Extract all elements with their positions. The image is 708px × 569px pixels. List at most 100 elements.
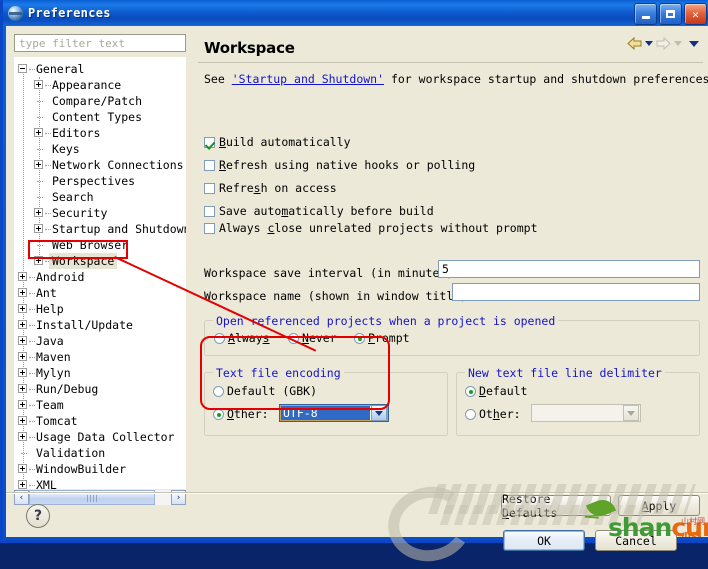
checkbox-refresh-using-native-hooks-or-polling[interactable]: Refresh using native hooks or polling <box>204 158 475 172</box>
intro-text: See 'Startup and Shutdown' for workspace… <box>204 72 708 86</box>
tree-item-label: Maven <box>36 350 71 364</box>
expand-icon[interactable] <box>34 160 43 169</box>
back-arrow-icon[interactable] <box>627 36 642 51</box>
expand-icon[interactable] <box>18 480 27 489</box>
delimiter-combo-dropdown-button <box>623 405 639 421</box>
minimize-button[interactable] <box>634 3 657 25</box>
tree-item-xml[interactable]: XML <box>14 477 186 489</box>
tree-item-label: XML <box>36 478 57 489</box>
tree-guide-dash <box>29 405 35 407</box>
forward-dropdown-icon <box>674 41 682 46</box>
tree-item-run-debug[interactable]: Run/Debug <box>14 381 186 397</box>
tree-item-maven[interactable]: Maven <box>14 349 186 365</box>
forward-arrow-icon <box>656 36 671 51</box>
preferences-window: Preferences ✕ type filter text General Ap… <box>0 0 708 569</box>
back-dropdown-icon[interactable] <box>645 41 653 46</box>
tree-item-ant[interactable]: Ant <box>14 285 186 301</box>
ok-button[interactable]: OK <box>503 530 585 551</box>
checkbox-label: Always close unrelated projects without … <box>219 221 538 235</box>
expand-icon[interactable] <box>18 400 27 409</box>
tree-guide-dash <box>29 341 35 343</box>
expand-icon[interactable] <box>18 272 27 281</box>
restore-defaults-button[interactable]: Restore Defaults <box>501 492 611 520</box>
expand-icon[interactable] <box>18 432 27 441</box>
checkbox-refresh-on-access[interactable]: Refresh on access <box>204 181 337 195</box>
window-title: Preferences <box>28 6 111 20</box>
collapse-icon[interactable] <box>18 64 27 73</box>
checkbox-label: Save automatically before build <box>219 204 434 218</box>
tree-guide-dash <box>29 469 35 471</box>
tree-item-help[interactable]: Help <box>14 301 186 317</box>
annotation-box-text-file-encoding <box>200 336 390 410</box>
expand-icon[interactable] <box>34 224 43 233</box>
expand-icon[interactable] <box>18 416 27 425</box>
tree-item-validation[interactable]: Validation <box>14 445 186 461</box>
ok-label: OK <box>537 533 551 548</box>
help-button[interactable]: ? <box>26 504 50 528</box>
close-button[interactable]: ✕ <box>684 3 707 25</box>
checkmark-icon <box>204 137 215 148</box>
tree-guide-dash <box>45 165 51 167</box>
page-title: Workspace <box>204 39 295 57</box>
expand-icon[interactable] <box>18 384 27 393</box>
expand-icon[interactable] <box>18 320 27 329</box>
tree-item-label: Editors <box>52 126 101 140</box>
tree-item-perspectives[interactable]: Perspectives <box>14 173 186 189</box>
page-navigation <box>627 36 699 51</box>
minimize-icon <box>641 16 650 19</box>
checkbox-label: Refresh using native hooks or polling <box>219 158 476 172</box>
save-interval-input[interactable]: 5 <box>438 260 700 278</box>
expand-icon[interactable] <box>18 352 27 361</box>
tree-item-editors[interactable]: Editors <box>14 125 186 141</box>
checkbox-label: Build automatically <box>219 135 351 149</box>
radio-label: Other: <box>479 407 521 421</box>
apply-button[interactable]: Apply <box>618 495 700 516</box>
startup-shutdown-link[interactable]: 'Startup and Shutdown' <box>232 72 384 86</box>
checkbox-build-automatically[interactable]: Build automatically <box>204 135 351 149</box>
expand-icon[interactable] <box>18 368 27 377</box>
tree-item-usage-data-collector[interactable]: Usage Data Collector <box>14 429 186 445</box>
tree-item-compare-patch[interactable]: Compare/Patch <box>14 93 186 109</box>
dialog-client-area: type filter text General Appearance Compar… <box>6 26 708 551</box>
tree-item-label: Android <box>36 270 85 284</box>
tree-item-appearance[interactable]: Appearance <box>14 77 186 93</box>
tree-item-security[interactable]: Security <box>14 205 186 221</box>
tree-item-keys[interactable]: Keys <box>14 141 186 157</box>
tree-item-content-types[interactable]: Content Types <box>14 109 186 125</box>
expand-icon[interactable] <box>34 80 43 89</box>
expand-icon[interactable] <box>18 288 27 297</box>
tree-item-install-update[interactable]: Install/Update <box>14 317 186 333</box>
expand-icon[interactable] <box>18 464 27 473</box>
tree-item-mylyn[interactable]: Mylyn <box>14 365 186 381</box>
tree-guide-dash <box>29 389 35 391</box>
tree-item-search[interactable]: Search <box>14 189 186 205</box>
tree-item-java[interactable]: Java <box>14 333 186 349</box>
tree-item-label: General <box>36 62 85 76</box>
tree-item-windowbuilder[interactable]: WindowBuilder <box>14 461 186 477</box>
checkbox-save-automatically-before-build[interactable]: Save automatically before build <box>204 204 434 218</box>
expand-icon[interactable] <box>34 208 43 217</box>
tree-item-team[interactable]: Team <box>14 397 186 413</box>
workspace-preference-page: Workspace See 'Startup and Shutdown' for… <box>198 31 708 520</box>
view-menu-icon[interactable] <box>689 40 699 47</box>
cancel-button[interactable]: Cancel <box>595 530 677 551</box>
preference-tree[interactable]: General Appearance Compare/Patch Content Ty… <box>14 57 186 489</box>
workspace-name-input[interactable] <box>452 283 700 301</box>
checkbox-always-close-unrelated-projects-without-prompt[interactable]: Always close unrelated projects without … <box>204 221 538 235</box>
tree-guide-dash <box>37 197 43 199</box>
maximize-button[interactable] <box>659 3 682 25</box>
delimiter-other-radio[interactable]: Other: <box>465 407 521 421</box>
expand-icon[interactable] <box>34 128 43 137</box>
close-icon: ✕ <box>692 7 699 21</box>
tree-item-startup-and-shutdown[interactable]: Startup and Shutdown <box>14 221 186 237</box>
tree-item-network-connections[interactable]: Network Connections <box>14 157 186 173</box>
delimiter-default-radio[interactable]: Default <box>465 384 527 398</box>
expand-icon[interactable] <box>18 336 27 345</box>
filter-input[interactable]: type filter text <box>14 34 186 52</box>
expand-icon[interactable] <box>18 304 27 313</box>
tree-item-tomcat[interactable]: Tomcat <box>14 413 186 429</box>
restore-defaults-label: Restore Defaults <box>502 491 558 520</box>
intro-suffix: for workspace startup and shutdown prefe… <box>384 72 708 86</box>
tree-guide-dash <box>37 101 43 103</box>
tree-item-general[interactable]: General <box>14 61 186 77</box>
